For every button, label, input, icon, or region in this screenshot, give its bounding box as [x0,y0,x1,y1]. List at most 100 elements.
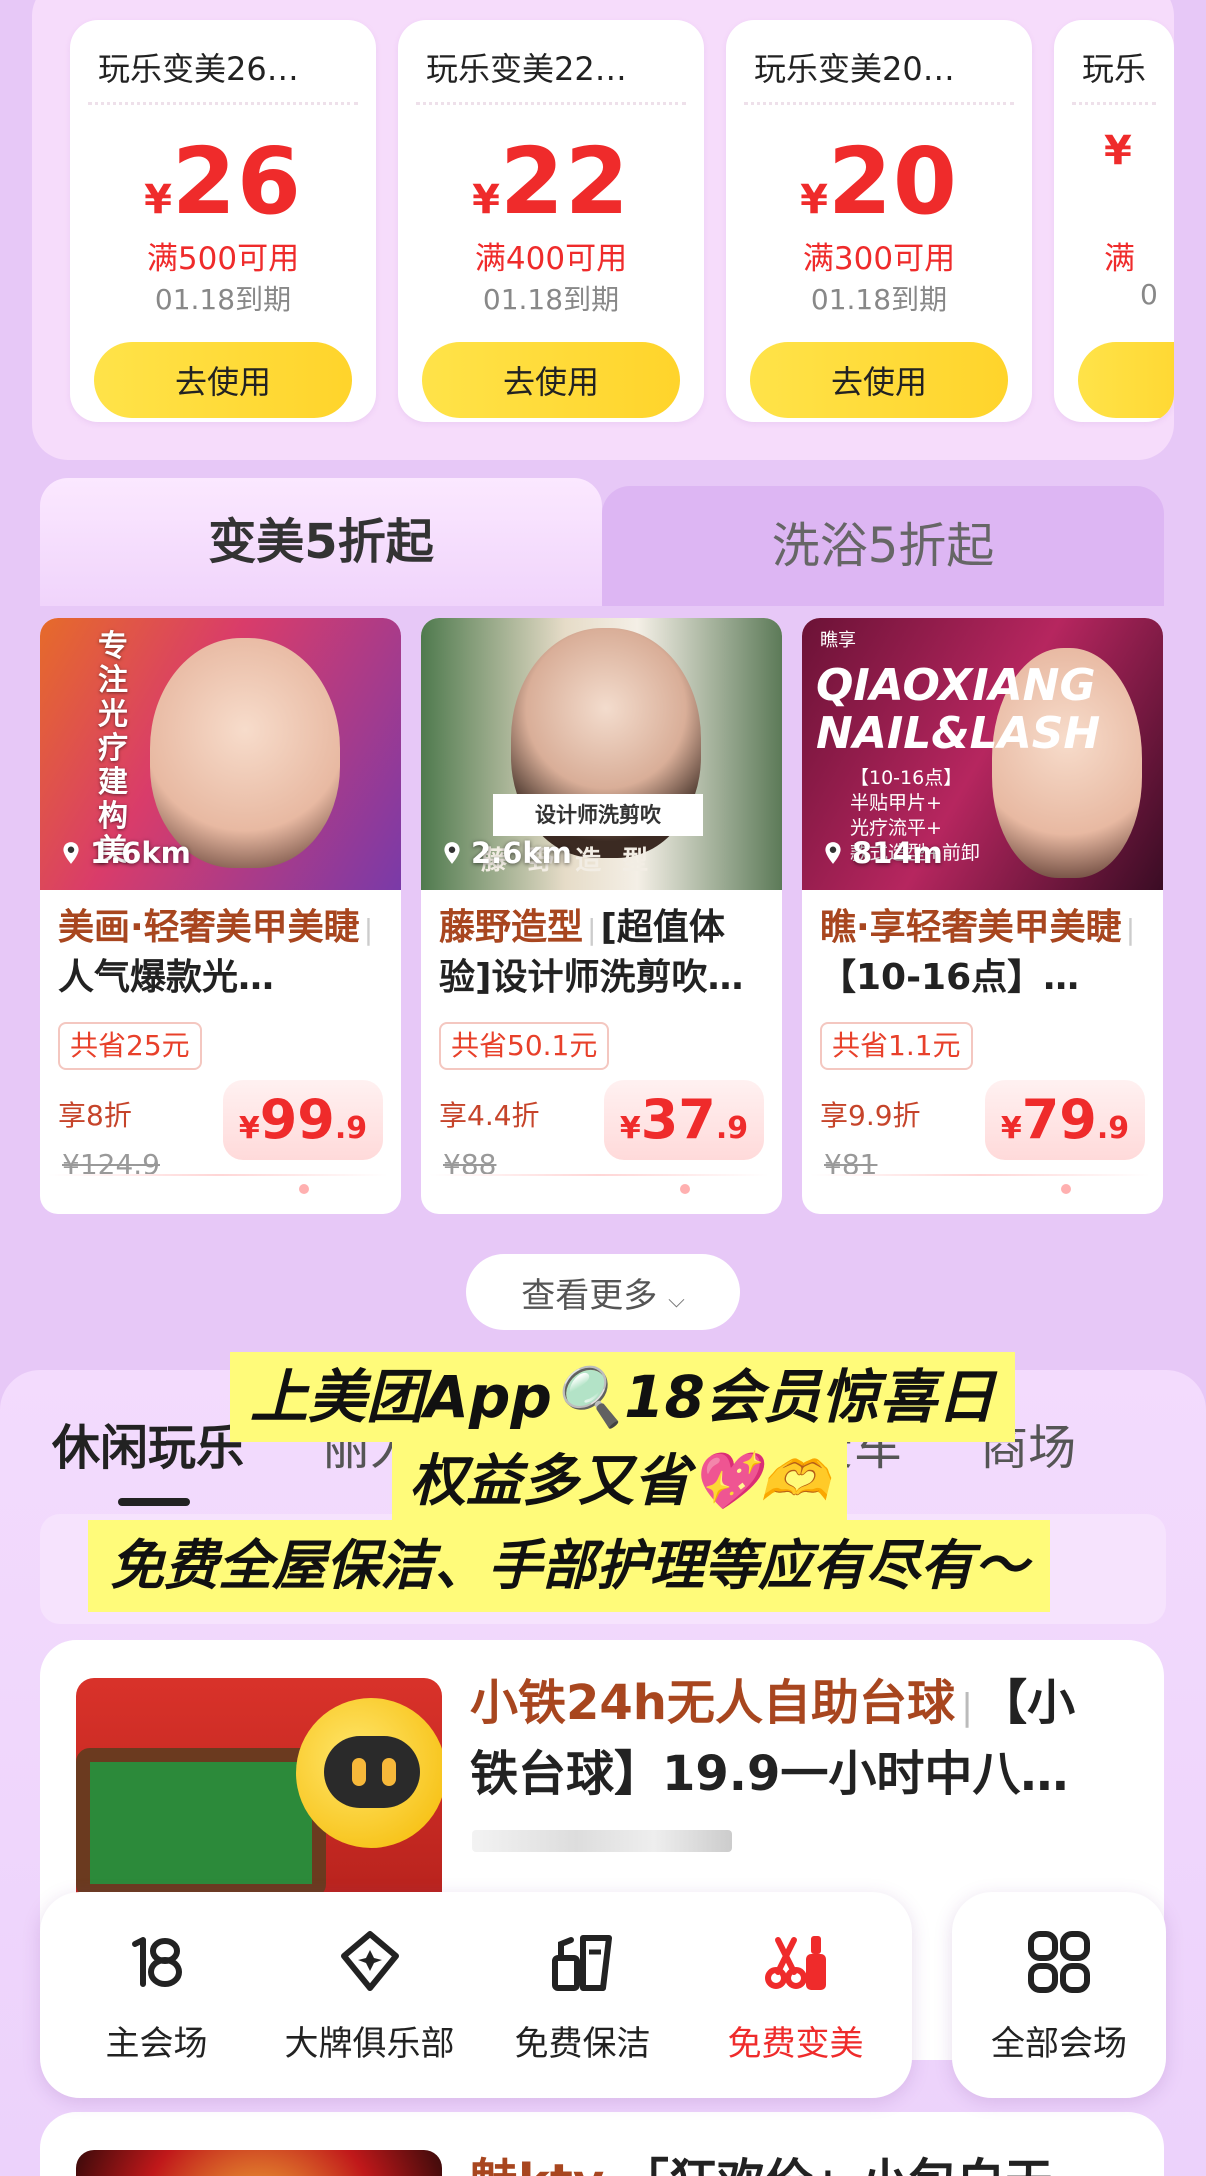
discount-label: 享8折 [58,1099,132,1132]
image-logo: 瞧享 [820,630,856,651]
shop-name: 美画·轻奢美甲美睫 [58,907,360,948]
mascot-eye [382,1758,396,1786]
shop-name: 藤野造型 [439,907,584,948]
coupon-title: 玩乐变美20… [754,50,955,88]
tab-bath-deals[interactable]: 洗浴5折起 [602,486,1164,606]
coupon-expiry: 01.18到期 [154,283,292,316]
location-pin-icon [63,842,79,864]
deal-price: ¥79.9 [985,1080,1145,1160]
original-price: ¥88 [443,1148,497,1181]
coupon-card: 玩乐变美26… ¥26 满500可用 01.18到期 去使用 [70,20,376,422]
18-icon [131,1936,182,1987]
coupon-title: 玩乐 [1082,50,1147,88]
deal-title: 瞧·享轻奢美甲美睫 |【10-16点】… [820,907,1136,998]
use-coupon-button[interactable] [1078,342,1174,418]
distance-label: 814m [820,836,943,870]
coupon-amount: ¥22 [472,128,630,235]
diamond-icon [340,1930,399,1991]
original-price: ¥81 [824,1148,878,1181]
promo-banner-line: 免费全屋保洁、手部护理等应有尽有～ [88,1520,1050,1612]
tab-leisure[interactable]: 休闲玩乐 [52,1408,244,1478]
coupon-divider [744,102,1014,105]
price-trend-line [429,1174,769,1176]
deal-list: 专注光疗建构美 1.6km 美画·轻奢美甲美睫 |人气爆款光… 共省25元 享8折… [40,618,1163,1214]
coupon-card: 玩乐变美22… ¥22 满400可用 01.18到期 去使用 [398,20,704,422]
deal-price: ¥99.9 [223,1080,383,1160]
shop-name: 魅ktv [470,2154,604,2176]
nav-brand-club[interactable]: 大牌俱乐部 [265,1926,475,2065]
price-trend-dot [1061,1184,1071,1194]
deal-tabs: 洗浴5折起 变美5折起 [40,478,1164,606]
cleaning-icon [551,1934,612,1991]
deal-card[interactable]: 瞧享 QIAOXIANG NAIL&LASH 【10-16点】 半贴甲片+ 光疗… [802,618,1163,1214]
merchant-title: 小铁24h无人自助台球 | 【小铁台球】19.9一小时中八… [470,1675,1076,1802]
coupon-amount: ¥20 [800,128,958,235]
deal-desc: 「狂欢价」小包白天… [621,2154,1101,2176]
nav-free-beauty[interactable]: 免费变美 [691,1926,901,2065]
deal-card[interactable]: 专注光疗建构美 1.6km 美画·轻奢美甲美睫 |人气爆款光… 共省25元 享8折… [40,618,401,1214]
image-caption: 设计师洗剪吹 [493,794,703,836]
deal-desc: 人气爆款光… [58,957,275,998]
coupon-expiry: 01.18到期 [482,283,620,316]
nav-free-cleaning[interactable]: 免费保洁 [478,1926,688,2065]
price-trend-dot [299,1184,309,1194]
beauty-icon [764,1935,826,1990]
promo-banner-line: 权益多又省💖🫶 [392,1440,848,1524]
tab-beauty-deals[interactable]: 变美5折起 [40,478,602,606]
promo-banner-line: 上美团App🔍18会员惊喜日 [230,1352,1015,1442]
deal-price: ¥37.9 [604,1080,764,1160]
coupon-amount: ¥ [1104,128,1132,174]
coupon-condition: 满400可用 [474,241,628,277]
original-price: ¥124.9 [62,1148,160,1181]
coupon-divider [88,102,358,105]
deal-title: 美画·轻奢美甲美睫 |人气爆款光… [58,907,374,998]
shop-name: 瞧·享轻奢美甲美睫 [820,907,1122,948]
use-coupon-button[interactable]: 去使用 [422,342,680,418]
merchant-title: 魅ktv 「狂欢价」小包白天… [470,2142,1101,2176]
merchant-card[interactable]: 魅ktv 「狂欢价」小包白天… [40,2112,1164,2176]
deal-desc: 【10-16点】… [820,957,1080,998]
coupon-expiry: 01.18到期 [810,283,948,316]
use-coupon-button[interactable]: 去使用 [750,342,1008,418]
grid-icon [1028,1930,1090,1993]
savings-badge: 共省25元 [58,1022,202,1070]
price-trend-line [810,1174,1150,1176]
coupon-condition: 满 [1104,241,1135,277]
coupon-card-partial[interactable]: 玩乐 ¥ 满 0 [1054,20,1174,422]
nav-main-venue[interactable]: 主会场 [52,1926,262,2065]
location-pin-icon [825,842,841,864]
distance-label: 2.6km [439,836,572,870]
bottom-nav: 主会场 大牌俱乐部 免费保洁 免费变美 [40,1892,912,2098]
price-trend-dot [680,1184,690,1194]
model-photo [150,638,340,868]
merchant-image [76,2150,442,2176]
coupon-title: 玩乐变美22… [426,50,627,88]
image-caption: 专注光疗建构美 [98,629,128,868]
coupon-condition: 满300可用 [802,241,956,277]
coupon-amount: ¥26 [144,128,302,235]
coupon-divider [416,102,686,105]
coupon-title: 玩乐变美26… [98,50,299,88]
coupon-condition: 满500可用 [146,241,300,277]
discount-label: 享9.9折 [820,1099,921,1132]
use-coupon-button[interactable]: 去使用 [94,342,352,418]
mascot-face [324,1736,420,1808]
coupon-list: 玩乐变美26… ¥26 满500可用 01.18到期 去使用 玩乐变美22… ¥… [70,20,1174,422]
coupon-panel: 玩乐变美26… ¥26 满500可用 01.18到期 去使用 玩乐变美22… ¥… [32,0,1174,460]
deal-card[interactable]: 设计师洗剪吹 藤 野 造 型 2.6km 藤野造型 | [超值体验]设计师洗剪吹… … [421,618,782,1214]
view-more-button[interactable]: 查看更多 ⌵ [466,1254,740,1330]
pool-table-graphic [76,1748,326,1898]
coupon-expiry: 0 [1140,278,1158,311]
location-pin-icon [444,842,460,864]
tab-indicator [118,1498,190,1506]
blurred-rating [472,1830,732,1852]
coupon-card: 玩乐变美20… ¥20 满300可用 01.18到期 去使用 [726,20,1032,422]
nav-all-venues[interactable]: 全部会场 [952,1892,1166,2098]
coupon-divider [1072,102,1156,105]
shop-name: 小铁24h无人自助台球 [470,1675,955,1731]
discount-label: 享4.4折 [439,1099,540,1132]
deal-image: 专注光疗建构美 1.6km [40,618,401,890]
savings-badge: 共省1.1元 [820,1022,973,1070]
price-trend-line [48,1174,388,1176]
image-headline: QIAOXIANG NAIL&LASH [816,660,1101,759]
